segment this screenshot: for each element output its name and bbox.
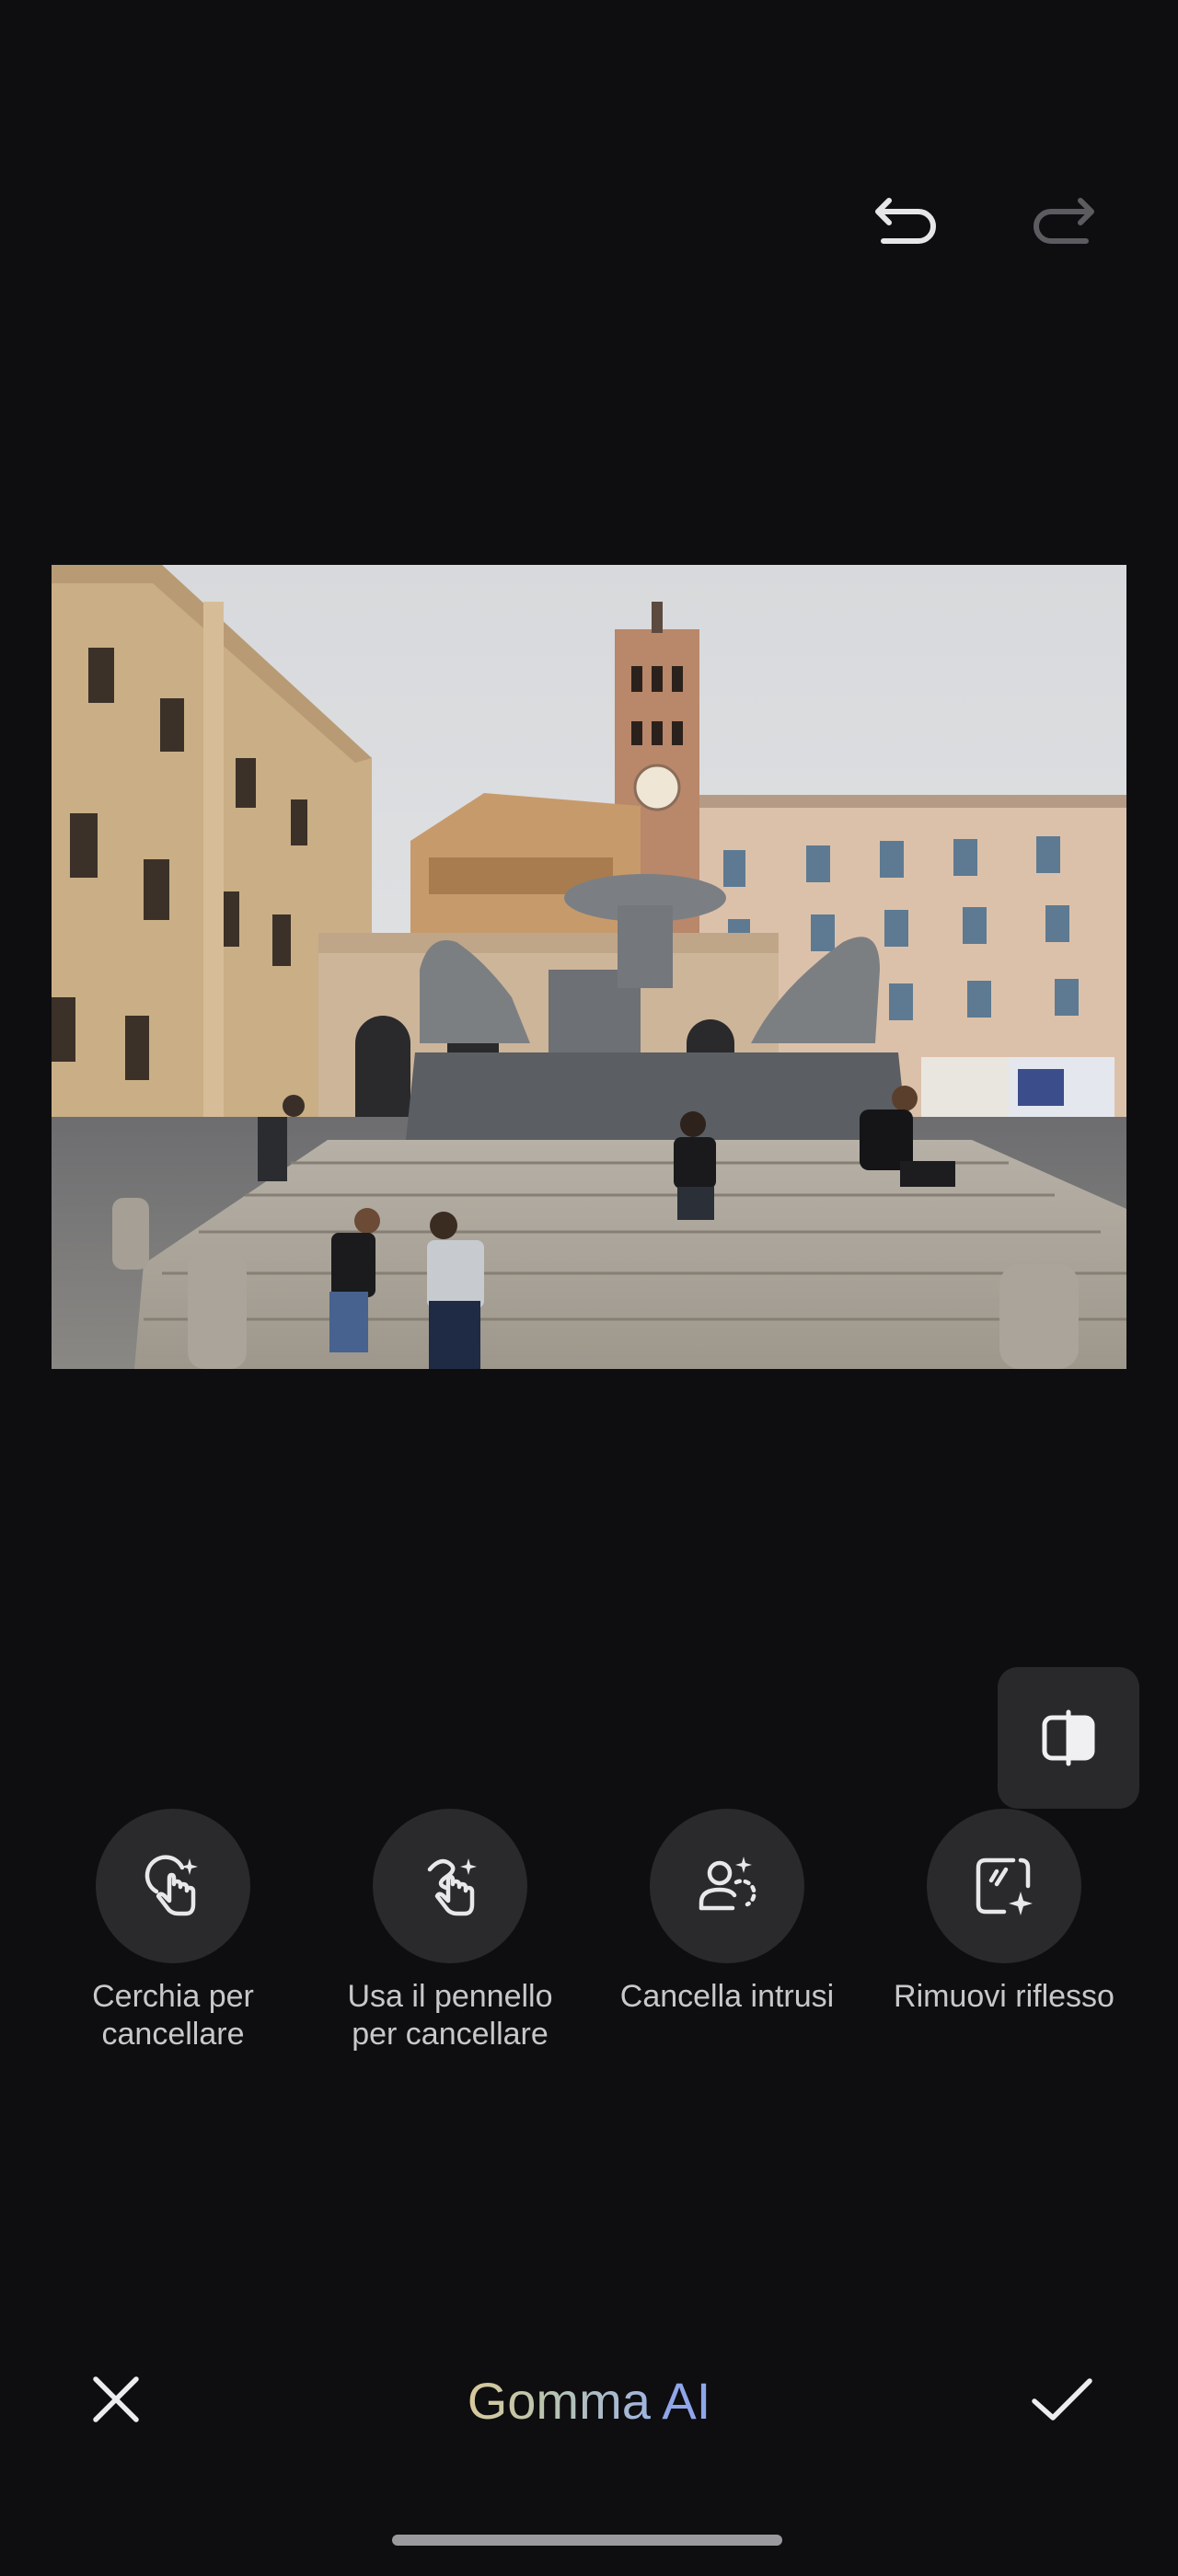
tool-label: Rimuovi riflesso: [894, 1978, 1114, 2016]
redo-icon: [1034, 198, 1094, 244]
remove-people-icon: [699, 1857, 756, 1911]
title-part-2: AI: [662, 2372, 711, 2430]
tool-label-line1: Cancella intrusi: [619, 1979, 835, 2014]
remove-reflection-icon: [976, 1857, 1033, 1915]
tool-circle-to-erase[interactable]: Cerchia per cancellare: [44, 1809, 302, 2053]
confirm-button[interactable]: [1023, 2363, 1101, 2436]
tool-circle-bg: [373, 1809, 527, 1963]
tool-label: Cerchia per cancellare: [92, 1978, 254, 2053]
title-part-1: Gomma: [467, 2372, 651, 2430]
brush-erase-icon: [427, 1858, 477, 1916]
tool-circle-bg: [96, 1809, 250, 1963]
photo-image: [52, 565, 1126, 1369]
tool-label-line1: Usa il pennello: [347, 1979, 553, 2014]
circle-erase-icon: [144, 1855, 198, 1916]
tool-remove-reflection[interactable]: Rimuovi riflesso: [875, 1809, 1133, 2016]
close-icon: [93, 2376, 139, 2422]
cancel-button[interactable]: [79, 2363, 153, 2436]
redo-button[interactable]: [1020, 175, 1104, 259]
tool-label: Usa il pennello per cancellare: [347, 1978, 552, 2053]
home-indicator[interactable]: [392, 2535, 782, 2546]
tool-brush-to-erase[interactable]: Usa il pennello per cancellare: [321, 1809, 579, 2053]
compare-button[interactable]: [998, 1667, 1139, 1809]
tool-label: Cancella intrusi: [620, 1978, 834, 2016]
tool-label-line1: Rimuovi riflesso: [894, 1979, 1114, 2014]
undo-icon: [875, 198, 936, 244]
tool-remove-people[interactable]: Cancella intrusi: [598, 1809, 856, 2016]
tool-circle-bg: [650, 1809, 804, 1963]
tool-label-line1: Cerchia per: [92, 1979, 254, 2014]
undo-button[interactable]: [865, 175, 950, 259]
check-icon: [1032, 2378, 1092, 2421]
page-title: Gomma AI: [313, 2372, 865, 2431]
tool-label-line2: cancellare: [101, 2017, 245, 2052]
tool-circle-bg: [927, 1809, 1081, 1963]
tool-label-line2: per cancellare: [352, 2017, 549, 2052]
photo-canvas[interactable]: [52, 565, 1126, 1369]
compare-icon: [1042, 1709, 1095, 1766]
